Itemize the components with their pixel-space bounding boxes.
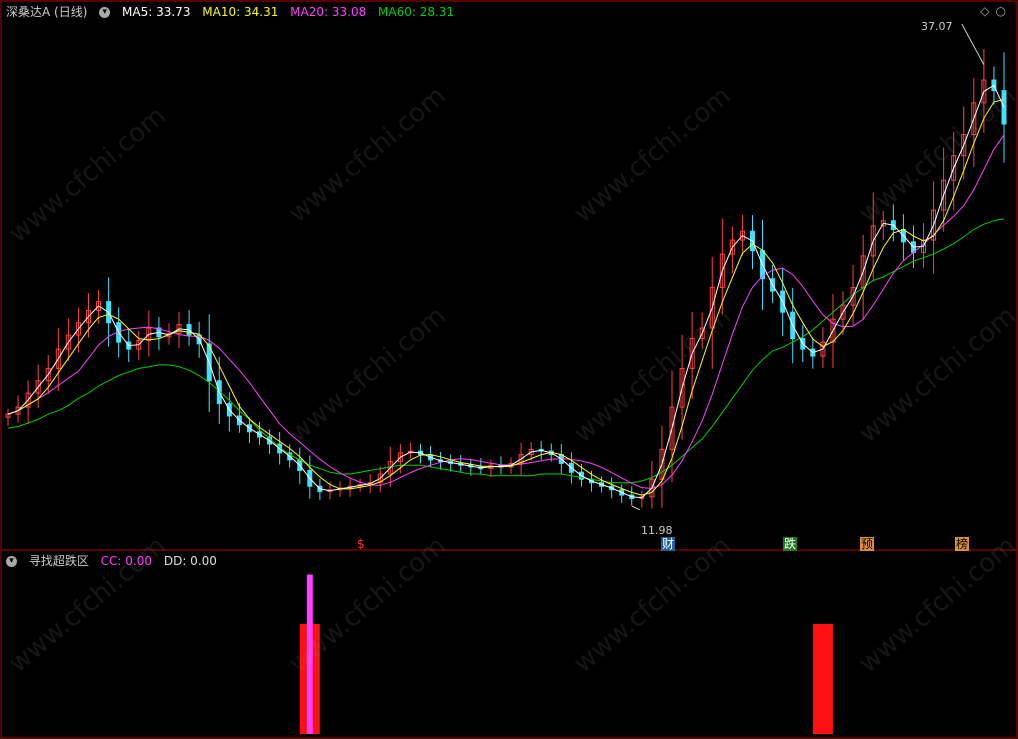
chevron-down-icon[interactable]: ▾ — [99, 7, 111, 18]
ma60-value: MA60: 28.31 — [378, 5, 455, 19]
price-header: 深桑达A (日线) ▾ MA5: 33.73 MA10: 34.31 MA20:… — [6, 5, 462, 19]
low-pointer — [631, 505, 640, 511]
chevron-down-icon[interactable]: ▾ — [6, 556, 17, 567]
low-price-label: 11.98 — [641, 524, 673, 537]
cc-bar — [812, 624, 833, 734]
high-pointer — [961, 23, 985, 65]
stock-title[interactable]: 深桑达A (日线) — [6, 5, 87, 19]
price-pane[interactable] — [5, 23, 1007, 511]
ma20-line — [7, 134, 1005, 490]
ma20-value: MA20: 33.08 — [290, 5, 367, 19]
marker-list[interactable]: 榜 — [955, 537, 970, 551]
marker-finance[interactable]: 财 — [661, 537, 676, 551]
dd-value: DD: 0.00 — [163, 554, 217, 568]
ma10-value: MA10: 34.31 — [202, 5, 279, 19]
circle-icon[interactable]: ○ — [996, 4, 1006, 18]
ma60-line — [7, 218, 1005, 484]
ma5-line — [7, 84, 1005, 499]
indicator-title[interactable]: 寻找超跌区 — [29, 554, 89, 568]
marker-drop[interactable]: 跌 — [783, 537, 798, 551]
ma5-value: MA5: 33.73 — [122, 5, 191, 19]
diamond-icon[interactable]: ◇ — [980, 4, 989, 18]
high-price-label: 37.07 — [921, 20, 953, 33]
corner-controls: ◇ ○ — [980, 4, 1006, 18]
marker-forecast[interactable]: 预 — [860, 537, 875, 551]
marker-dollar[interactable]: $ — [356, 537, 366, 551]
